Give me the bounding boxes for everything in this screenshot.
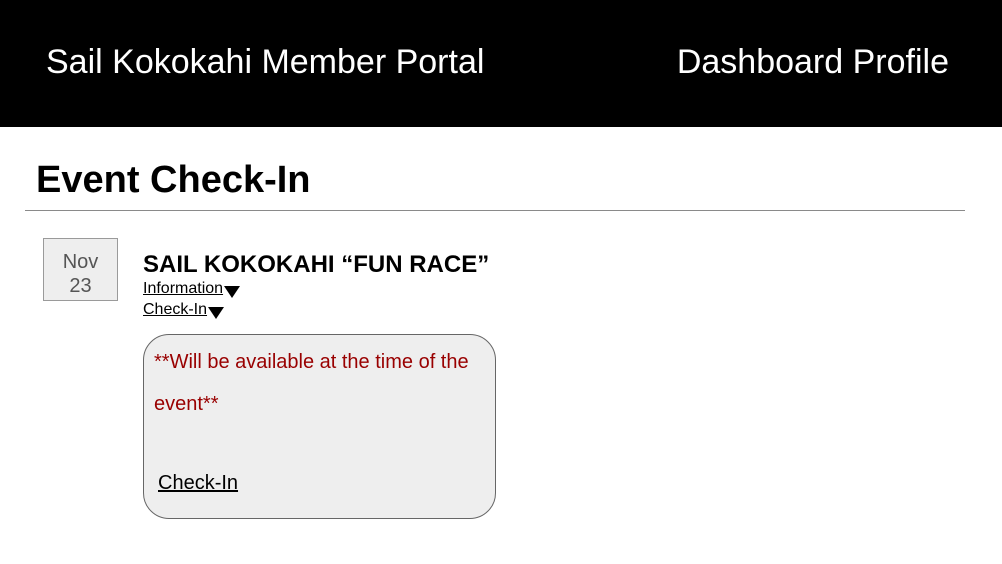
availability-message: **Will be available at the time of the e…	[154, 351, 469, 415]
triangle-down-icon[interactable]	[208, 307, 225, 319]
check-in-link[interactable]: Check-In	[158, 471, 238, 495]
information-link[interactable]: Information	[143, 280, 223, 297]
check-in-toggle-link[interactable]: Check-In	[143, 301, 207, 318]
check-in-panel: **Will be available at the time of the e…	[143, 334, 496, 519]
main-navigation: Dashboard Profile	[677, 42, 949, 82]
top-navigation-bar: Sail Kokokahi Member Portal Dashboard Pr…	[0, 0, 1002, 127]
nav-dashboard-link[interactable]: Dashboard	[677, 43, 843, 81]
nav-profile-link[interactable]: Profile	[853, 43, 949, 81]
event-date-badge: Nov 23	[43, 238, 118, 301]
event-title: SAIL KOKOKAHI “FUN RACE”	[143, 251, 490, 278]
portal-title: Sail Kokokahi Member Portal	[46, 43, 485, 81]
information-toggle[interactable]: Information	[143, 280, 241, 298]
check-in-toggle[interactable]: Check-In	[143, 301, 225, 319]
event-date-month: Nov	[62, 251, 99, 273]
event-date-day: 23	[69, 275, 92, 297]
triangle-down-icon[interactable]	[224, 286, 241, 298]
title-divider	[25, 210, 965, 211]
page-title: Event Check-In	[36, 159, 311, 201]
